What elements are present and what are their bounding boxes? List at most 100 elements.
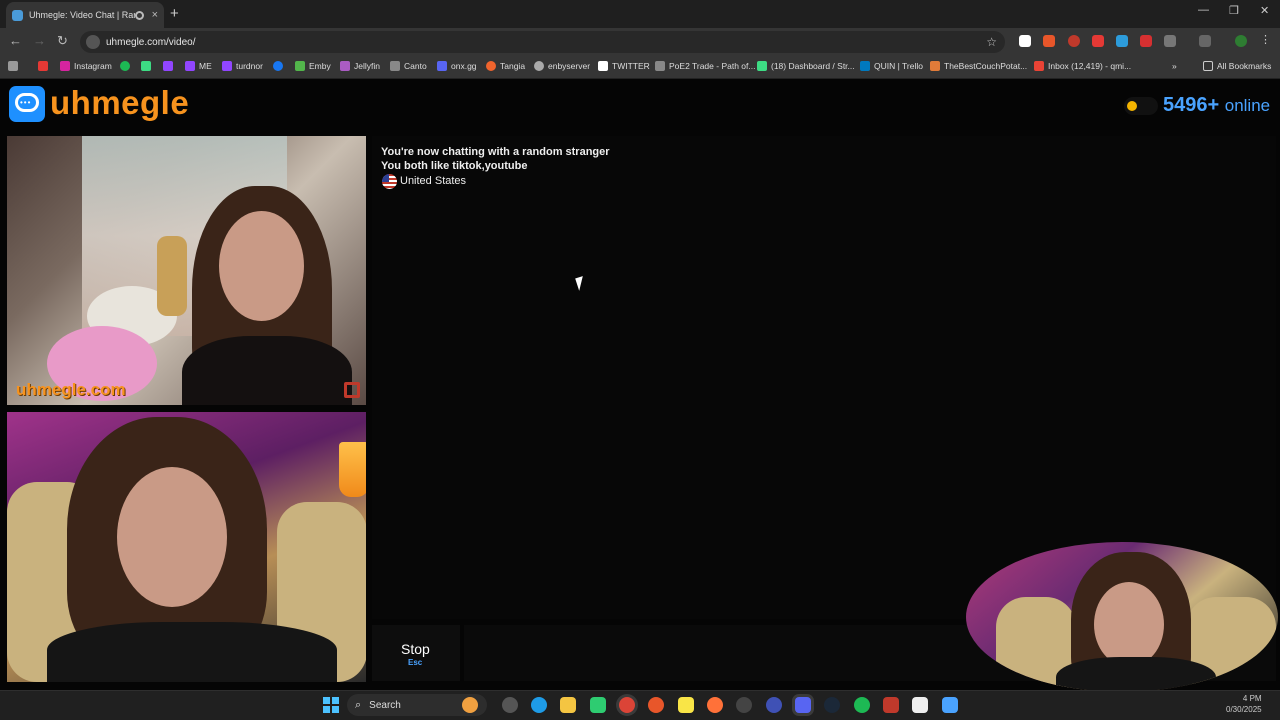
bookmark-item[interactable]: enbyserver	[534, 61, 590, 71]
spotify-icon[interactable]	[854, 697, 870, 713]
bookmark-item[interactable]: TheBestCouchPotat...	[930, 61, 1027, 71]
steam-icon[interactable]	[824, 697, 840, 713]
bookmark-item[interactable]: QUIN | Trello	[860, 61, 923, 71]
online-count: 5496+	[1163, 94, 1220, 116]
bookmark-item[interactable]: turdnor	[222, 61, 263, 71]
bookmark-item[interactable]	[163, 61, 177, 71]
side-panel-icon[interactable]	[1199, 35, 1211, 47]
extension-fox-icon[interactable]	[1043, 35, 1055, 47]
bookmark-item[interactable]	[38, 61, 52, 71]
bookmark-item[interactable]: Inbox (12,419) - qmi...	[1034, 61, 1131, 71]
twitch-icon	[185, 61, 195, 71]
all-bookmarks-button[interactable]: All Bookmarks	[1203, 61, 1271, 71]
stop-shortcut: Esc	[408, 658, 423, 667]
instagram-icon	[60, 61, 70, 71]
system-clock[interactable]: 4 PM 0/30/2025	[1226, 693, 1262, 715]
poe-icon	[655, 61, 665, 71]
site-logo[interactable]: uhmegle	[50, 84, 189, 122]
browser-tab-active[interactable]: Uhmegle: Video Chat | Ran ×	[6, 2, 164, 28]
capcut-icon[interactable]	[912, 697, 928, 713]
profile-avatar[interactable]	[1235, 35, 1247, 47]
app-icon[interactable]	[883, 697, 899, 713]
bookmark-item[interactable]: Emby	[295, 61, 331, 71]
bookmark-item[interactable]	[120, 61, 134, 71]
stranger-video: uhmegle.com	[7, 136, 366, 405]
bookmark-item[interactable]: Jellyfin	[340, 61, 380, 71]
reload-button[interactable]: ↻	[57, 33, 68, 49]
chrome-icon[interactable]	[619, 697, 635, 713]
extension-youtube-icon[interactable]	[1092, 35, 1104, 47]
bookmark-item[interactable]: Tangia	[486, 61, 525, 71]
maximize-button[interactable]: ❐	[1229, 4, 1239, 17]
windows-start-icon[interactable]	[323, 697, 339, 713]
gmail-icon	[1034, 61, 1044, 71]
app-icon[interactable]	[766, 697, 782, 713]
minimize-button[interactable]: —	[1198, 4, 1209, 16]
taskbar-search-label: Search	[369, 699, 401, 711]
bookmarks-overflow-icon[interactable]: »	[1172, 61, 1177, 71]
terminal-icon[interactable]	[590, 697, 606, 713]
self-video	[7, 412, 366, 682]
status-common-interests: You both like tiktok,youtube	[381, 160, 528, 172]
bookmark-item[interactable]: onx.gg	[437, 61, 477, 71]
extension-record-icon[interactable]	[1068, 35, 1080, 47]
extension-k-icon[interactable]	[1019, 35, 1031, 47]
report-flag-icon[interactable]	[344, 382, 360, 398]
clock-date: 0/30/2025	[1226, 705, 1262, 714]
brave-icon[interactable]	[648, 697, 664, 713]
chat-bubble-logo-icon[interactable]: •••	[9, 86, 45, 122]
widgets-icon[interactable]	[462, 697, 478, 713]
clock-time: 4 PM	[1242, 694, 1262, 703]
bookmark-item[interactable]: ME	[185, 61, 212, 71]
sticky-notes-icon[interactable]	[678, 697, 694, 713]
app-icon	[141, 61, 151, 71]
obs-icon[interactable]	[736, 697, 752, 713]
bookmark-item[interactable]: TWITTER	[598, 61, 650, 71]
browser-menu-icon[interactable]: ⋮	[1260, 33, 1272, 46]
bookmark-item[interactable]	[273, 61, 287, 71]
close-window-button[interactable]: ✕	[1260, 4, 1269, 17]
apps-grid-icon[interactable]	[8, 61, 22, 71]
notepad-icon[interactable]	[942, 697, 958, 713]
onx-icon	[437, 61, 447, 71]
bookmark-item[interactable]: Instagram	[60, 61, 112, 71]
sun-icon	[1127, 101, 1137, 111]
stranger-country: United States	[400, 175, 467, 187]
bookmark-item[interactable]: (18) Dashboard / Str...	[757, 61, 855, 71]
back-button[interactable]: ←	[9, 33, 22, 48]
lamp	[339, 442, 366, 497]
emby-icon	[295, 61, 305, 71]
bookmark-star-icon[interactable]: ☆	[986, 35, 997, 49]
new-tab-button[interactable]: +	[170, 5, 179, 22]
file-explorer-icon[interactable]	[560, 697, 576, 713]
bookmarks-bar: Instagram ME turdnor Emby Jellyfin Canto…	[0, 55, 1280, 79]
address-bar[interactable]: uhmegle.com/video/ ☆	[80, 31, 1005, 53]
online-label: online	[1224, 96, 1271, 115]
server-icon	[534, 61, 544, 71]
tab-title: Uhmegle: Video Chat | Ran	[29, 10, 135, 20]
edge-icon[interactable]	[531, 697, 547, 713]
extensions-puzzle-icon[interactable]	[1164, 35, 1176, 47]
bookmark-item[interactable]	[141, 61, 155, 71]
online-counter: 5496+ online	[1163, 94, 1270, 117]
forward-button[interactable]: →	[33, 33, 46, 48]
theme-toggle[interactable]	[1124, 97, 1158, 115]
us-flag-icon	[382, 174, 397, 189]
uhmegle-watermark: uhmegle.com	[16, 380, 126, 399]
stop-label: Stop	[401, 641, 430, 657]
windows-taskbar	[0, 690, 1280, 720]
site-info-icon[interactable]	[86, 35, 100, 49]
tab-close-icon[interactable]: ×	[152, 9, 158, 21]
recording-indicator-icon	[134, 10, 144, 20]
firefox-icon[interactable]	[707, 697, 723, 713]
app-icon[interactable]	[502, 697, 518, 713]
bookmark-item[interactable]: PoE2 Trade - Path of...	[655, 61, 755, 71]
search-icon: ⌕	[355, 698, 362, 711]
extension-translate-icon[interactable]	[1116, 35, 1128, 47]
bookmark-item[interactable]: Canto	[390, 61, 427, 71]
stop-button[interactable]: Stop Esc	[372, 625, 460, 681]
tangia-icon	[486, 61, 496, 71]
extension-shield-icon[interactable]	[1140, 35, 1152, 47]
canto-icon	[390, 61, 400, 71]
discord-icon[interactable]	[795, 697, 811, 713]
